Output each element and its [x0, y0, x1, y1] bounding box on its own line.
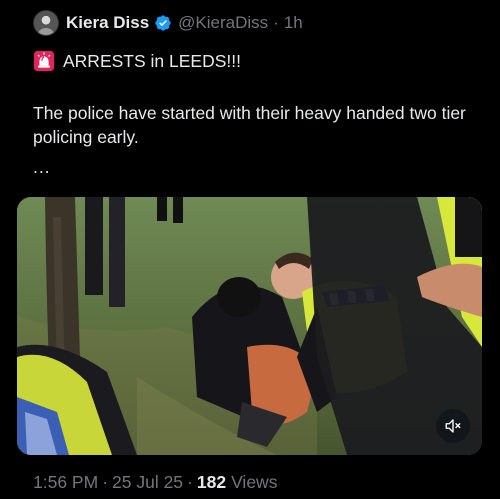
footer-separator-2: ·	[187, 472, 193, 492]
post-continuation: ...	[33, 157, 51, 177]
post-headline: ARRESTS in LEEDS!!!	[63, 51, 241, 71]
post-time[interactable]: 1:56 PM	[33, 472, 98, 493]
post-text: ARRESTS in LEEDS!!! The police have star…	[33, 49, 482, 179]
speaker-muted-icon	[445, 419, 461, 433]
post-video[interactable]	[17, 197, 482, 455]
verified-badge-icon[interactable]	[154, 14, 172, 32]
rotating-light-icon	[33, 50, 55, 72]
views-label: Views	[231, 472, 278, 492]
post-paragraph: The police have started with their heavy…	[33, 103, 466, 147]
mute-button[interactable]	[436, 409, 470, 443]
video-frame	[17, 197, 482, 455]
author-avatar[interactable]	[33, 10, 59, 36]
post-footer: 1:56 PM · 25 Jul 25 · 182 Views	[33, 472, 277, 493]
views-count[interactable]: 182	[197, 472, 226, 493]
header-separator: ·	[273, 13, 279, 32]
footer-separator-1: ·	[102, 472, 109, 492]
author-handle[interactable]: @KieraDiss	[178, 13, 268, 33]
post-date[interactable]: 25 Jul 25	[112, 472, 183, 493]
author-display-name[interactable]: Kiera Diss	[66, 13, 149, 33]
post-header: Kiera Diss @KieraDiss · 1h	[33, 10, 303, 36]
post-time-ago[interactable]: 1h	[284, 13, 303, 33]
